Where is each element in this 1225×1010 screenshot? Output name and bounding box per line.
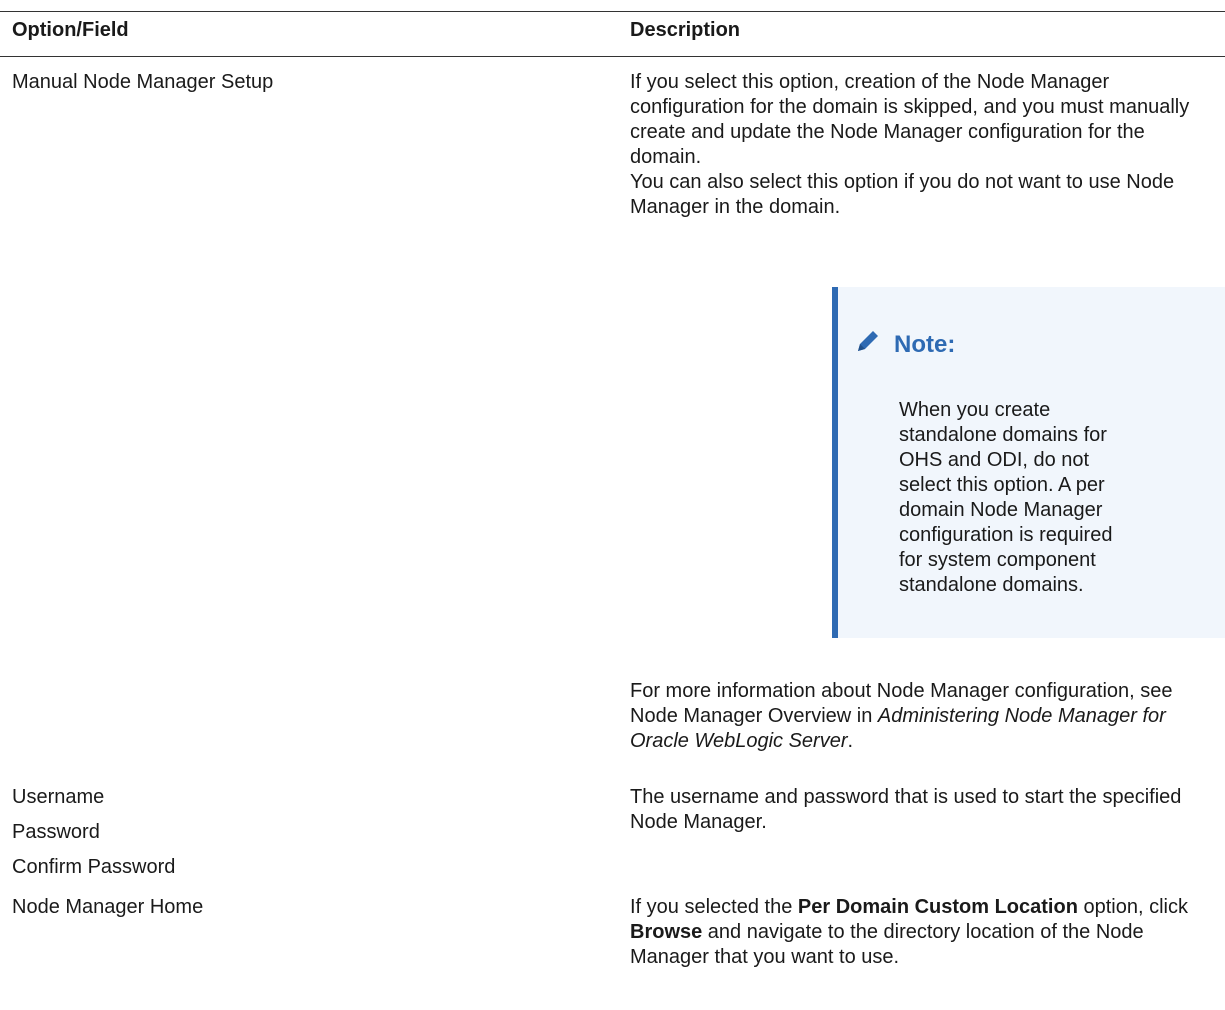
description-paragraph: If you selected the Per Domain Custom Lo… bbox=[630, 896, 1188, 968]
option-confirm-password: Confirm Password bbox=[12, 856, 176, 878]
table-top-border bbox=[0, 11, 1225, 12]
column-header-option: Option/Field bbox=[12, 19, 129, 41]
option-manual-node-manager-setup: Manual Node Manager Setup bbox=[12, 71, 274, 93]
description-paragraph: If you select this option, creation of t… bbox=[630, 71, 1190, 168]
note-title-text: Note: bbox=[894, 331, 956, 358]
note-box: Note: When you create standalone domains… bbox=[832, 287, 1225, 638]
column-header-description: Description bbox=[630, 19, 741, 41]
pencil-icon bbox=[852, 327, 894, 362]
note-body: When you create standalone domains for O… bbox=[899, 399, 1113, 596]
header-divider bbox=[0, 56, 1225, 57]
option-password: Password bbox=[12, 821, 100, 843]
description-paragraph: The username and password that is used t… bbox=[630, 786, 1182, 833]
description-paragraph: For more information about Node Manager … bbox=[630, 680, 1173, 752]
option-username: Username bbox=[12, 786, 105, 808]
note-title: Note: bbox=[852, 327, 955, 362]
description-paragraph: You can also select this option if you d… bbox=[630, 171, 1175, 218]
option-node-manager-home: Node Manager Home bbox=[12, 896, 204, 918]
